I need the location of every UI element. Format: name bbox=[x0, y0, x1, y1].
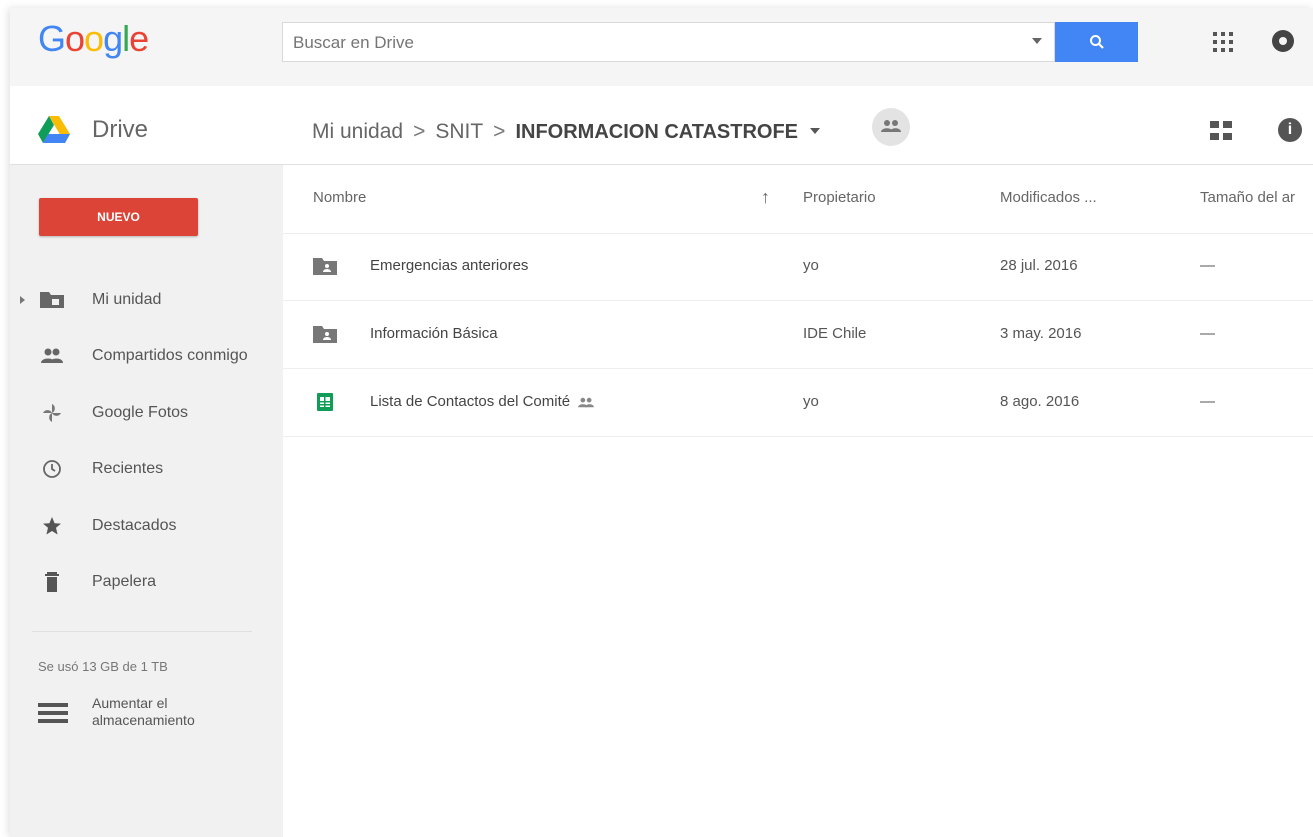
apps-grid-icon[interactable] bbox=[1213, 32, 1233, 52]
table-row[interactable]: Emergencias anteriores yo 28 jul. 2016 — bbox=[283, 233, 1313, 301]
shared-people-icon bbox=[578, 397, 594, 407]
sidebar-item-label: Destacados bbox=[92, 517, 177, 534]
sidebar-item-trash[interactable]: Papelera bbox=[10, 562, 283, 602]
storage-usage-text: Se usó 13 GB de 1 TB bbox=[38, 659, 168, 674]
sidebar-item-my-drive[interactable]: Mi unidad bbox=[10, 280, 283, 320]
my-drive-folder-icon bbox=[40, 292, 64, 308]
logo-letter: o bbox=[84, 18, 104, 59]
sidebar-item-label: Recientes bbox=[92, 460, 164, 477]
column-header-modified[interactable]: Modificados ... bbox=[1000, 189, 1097, 206]
search-box bbox=[282, 22, 1055, 62]
file-list-header: Nombre ↑ Propietario Modificados ... Tam… bbox=[283, 165, 1313, 234]
sidebar-item-starred[interactable]: Destacados bbox=[10, 506, 283, 546]
search-icon bbox=[1090, 35, 1104, 49]
logo-letter: G bbox=[38, 18, 66, 59]
google-logo[interactable]: Google bbox=[38, 18, 149, 60]
info-icon[interactable]: i bbox=[1278, 118, 1302, 142]
shared-people-icon bbox=[41, 348, 63, 363]
logo-letter: l bbox=[122, 18, 130, 59]
file-name-wrapper: Lista de Contactos del Comité bbox=[370, 393, 594, 410]
logo-letter: o bbox=[65, 18, 85, 59]
google-photos-icon bbox=[43, 404, 61, 422]
sidebar-item-label: Mi unidad bbox=[92, 291, 162, 308]
breadcrumb-item[interactable]: SNIT bbox=[435, 120, 483, 143]
divider bbox=[32, 631, 252, 632]
drive-header-bar: Drive Mi unidad > SNIT > INFORMACION CATASTR… bbox=[10, 86, 1313, 165]
shared-folder-icon bbox=[313, 326, 337, 343]
search-button[interactable] bbox=[1055, 22, 1138, 62]
drive-logo-icon[interactable] bbox=[38, 116, 70, 144]
arrow-up-icon[interactable]: ↑ bbox=[761, 187, 770, 208]
sidebar: NUEVO Mi unidad Compartidos conmigo Goog… bbox=[10, 165, 283, 837]
spreadsheet-icon bbox=[317, 393, 333, 411]
column-header-owner[interactable]: Propietario bbox=[803, 189, 876, 206]
upgrade-storage-label: Aumentar el almacenamiento bbox=[92, 695, 195, 728]
file-modified: 3 may. 2016 bbox=[1000, 325, 1082, 342]
breadcrumb-separator: > bbox=[413, 120, 426, 143]
search-options-dropdown-icon[interactable] bbox=[1032, 38, 1042, 44]
file-name: Información Básica bbox=[370, 325, 498, 342]
file-list: Nombre ↑ Propietario Modificados ... Tam… bbox=[283, 165, 1313, 837]
search-input[interactable] bbox=[291, 31, 995, 55]
shared-folder-button[interactable] bbox=[872, 108, 910, 146]
file-size: — bbox=[1200, 325, 1215, 342]
sidebar-item-label: Papelera bbox=[92, 573, 157, 590]
drive-window: Google Drive Mi unidad>SNIT>INFORMAC bbox=[10, 8, 1313, 837]
breadcrumb-separator: > bbox=[493, 120, 506, 143]
chevron-down-icon[interactable] bbox=[810, 127, 821, 134]
breadcrumb-item[interactable]: Mi unidad bbox=[312, 120, 403, 143]
file-name: Lista de Contactos del Comité bbox=[370, 393, 571, 410]
column-header-name[interactable]: Nombre bbox=[313, 189, 366, 206]
storage-list-icon bbox=[38, 703, 68, 725]
sidebar-item-recent[interactable]: Recientes bbox=[10, 449, 283, 489]
table-row[interactable]: Lista de Contactos del Comité yo 8 ago. … bbox=[283, 369, 1313, 437]
breadcrumb-current[interactable]: INFORMACION CATASTROFE bbox=[515, 121, 798, 143]
clock-icon bbox=[43, 460, 61, 478]
shared-folder-icon bbox=[313, 258, 337, 275]
top-bar: Google bbox=[10, 8, 1313, 87]
notifications-icon[interactable] bbox=[1272, 30, 1294, 52]
new-button[interactable]: NUEVO bbox=[39, 198, 198, 236]
product-name: Drive bbox=[92, 116, 149, 143]
trash-icon bbox=[45, 572, 59, 592]
sidebar-item-shared[interactable]: Compartidos conmigo bbox=[10, 336, 283, 376]
table-row[interactable]: Información Básica IDE Chile 3 may. 2016… bbox=[283, 301, 1313, 369]
sidebar-item-google-photos[interactable]: Google Fotos bbox=[10, 393, 283, 433]
file-owner: IDE Chile bbox=[803, 325, 867, 342]
file-size: — bbox=[1200, 393, 1215, 410]
star-icon bbox=[43, 517, 61, 535]
breadcrumb: Mi unidad > SNIT > INFORMACION CATASTROFE bbox=[312, 120, 832, 144]
file-owner: yo bbox=[803, 257, 819, 274]
file-name: Emergencias anteriores bbox=[370, 257, 529, 274]
file-owner: yo bbox=[803, 393, 819, 410]
shared-people-icon bbox=[881, 120, 901, 132]
sidebar-item-label: Google Fotos bbox=[92, 404, 189, 421]
expand-arrow-icon[interactable] bbox=[20, 296, 25, 304]
logo-letter: g bbox=[103, 18, 123, 59]
column-header-size[interactable]: Tamaño del ar bbox=[1200, 189, 1295, 206]
file-modified: 28 jul. 2016 bbox=[1000, 257, 1078, 274]
file-modified: 8 ago. 2016 bbox=[1000, 393, 1080, 410]
logo-letter: e bbox=[129, 18, 149, 59]
grid-view-icon[interactable] bbox=[1210, 121, 1232, 141]
sidebar-item-label: Compartidos conmigo bbox=[92, 347, 248, 364]
file-size: — bbox=[1200, 257, 1215, 274]
